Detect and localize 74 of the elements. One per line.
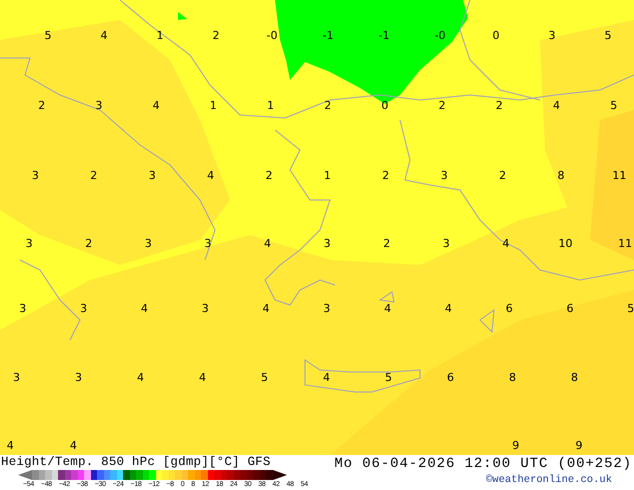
temperature-value: 2 [494, 99, 504, 113]
temperature-value: 4 [140, 302, 149, 316]
temperature-value: 3 [74, 371, 83, 385]
temperature-value: 4 [501, 237, 510, 251]
temperature-value: 6 [504, 302, 514, 316]
temperature-value: 4 [262, 302, 270, 316]
temperature-value: 4 [136, 371, 145, 385]
temperature-value: 4 [322, 371, 331, 385]
temperature-value: 2 [382, 237, 392, 251]
temperature-value: 5 [609, 99, 618, 113]
temperature-value: 6 [446, 371, 455, 385]
temperature-value: 3 [30, 169, 40, 183]
temperature-value: 4 [383, 302, 392, 316]
temperature-value: 4 [100, 29, 108, 43]
temperature-value: 2 [381, 169, 390, 183]
temperature-value: 4 [68, 439, 78, 453]
temperature-value: 1 [266, 99, 275, 113]
temperature-value: 10 [558, 237, 574, 251]
arrow-right-icon [272, 470, 286, 480]
temperature-value: 3 [203, 237, 212, 251]
temperature-value: 1 [208, 99, 218, 113]
temperature-value: 4 [152, 99, 161, 113]
temperature-value: 6 [566, 302, 574, 316]
temperature-value: -1 [322, 29, 334, 43]
temperature-value: 8 [570, 371, 579, 385]
chart-title: Height/Temp. 850 hPc [gdmp][°C] GFS [1, 455, 272, 469]
temperature-value: 2 [498, 169, 508, 183]
temperature-value: 3 [322, 237, 332, 251]
temperature-value: 11 [617, 237, 634, 251]
temperature-value: 3 [24, 237, 34, 251]
temperature-value: 5 [604, 29, 612, 43]
temperature-value: 3 [79, 302, 88, 316]
temperature-value: 0 [380, 99, 390, 113]
temperature-value: -1 [378, 29, 390, 43]
temperature-value: 0 [492, 29, 500, 43]
temperature-value: 5 [626, 302, 634, 316]
temperature-value: 2 [323, 99, 332, 113]
temperature-value: 4 [444, 302, 453, 316]
temperature-value: 5 [44, 29, 52, 43]
temperature-value: 3 [94, 99, 104, 113]
temperature-value: 3 [548, 29, 556, 43]
arrow-left-icon [18, 470, 32, 480]
temperature-value: 8 [556, 169, 566, 183]
temperature-value: 2 [438, 99, 447, 113]
temperature-value: 4 [263, 237, 272, 251]
temperature-value: 3 [148, 169, 157, 183]
temperature-value: 2 [37, 99, 46, 113]
temperature-value: 4 [6, 439, 15, 453]
forecast-datetime: Mo 06-04-2026 12:00 UTC (00+252) [334, 455, 632, 473]
temperature-value: 11 [611, 169, 628, 183]
temperature-value: -0 [266, 29, 278, 43]
temperature-value: 4 [198, 371, 207, 385]
temperature-value: 5 [260, 371, 269, 385]
temperature-value: 3 [18, 302, 28, 316]
temperature-value: 3 [200, 302, 210, 316]
temperature-value: 3 [440, 169, 449, 183]
temperature-value: 3 [322, 302, 332, 316]
temperature-value: 1 [322, 169, 332, 183]
temperature-value: -0 [434, 29, 446, 43]
temperature-value: 9 [511, 439, 520, 453]
temperature-value: 8 [508, 371, 517, 385]
temperature-value: 4 [552, 99, 561, 113]
temperature-value: 3 [442, 237, 451, 251]
temperature-value: 4 [206, 169, 216, 183]
temperature-value: 2 [89, 169, 98, 183]
temperature-value: 2 [212, 29, 220, 43]
temperature-value: 2 [264, 169, 274, 183]
credit-link[interactable]: ©weatheronline.co.uk [486, 473, 612, 487]
temperature-value: 9 [574, 439, 584, 453]
temperature-value: 3 [144, 237, 153, 251]
temperature-value: 1 [156, 29, 164, 43]
temperature-value: 3 [12, 371, 21, 385]
temperature-value: 5 [384, 371, 393, 385]
temperature-value: 2 [84, 237, 94, 251]
